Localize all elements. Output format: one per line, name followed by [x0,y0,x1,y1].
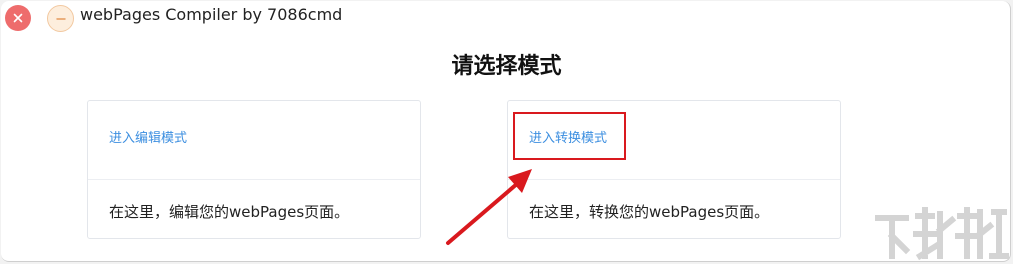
page-title: 请选择模式 [451,54,562,79]
enter-edit-mode-link[interactable]: 进入编辑模式 [109,130,187,148]
arrow-icon [446,169,532,245]
minimize-button[interactable] [47,5,74,32]
highlight-box [513,112,626,160]
window-title: webPages Compiler by 7086cmd [80,5,343,24]
card-header: 进入编辑模式 [88,101,420,180]
close-button[interactable] [5,5,31,31]
minimize-icon [55,17,66,20]
close-icon [13,13,23,23]
card-description: 在这里，转换您的webPages页面。 [529,203,770,221]
watermark-logo-icon [875,207,1009,261]
edit-mode-card: 进入编辑模式 在这里，编辑您的webPages页面。 [87,100,421,239]
card-description: 在这里，编辑您的webPages页面。 [109,203,350,221]
